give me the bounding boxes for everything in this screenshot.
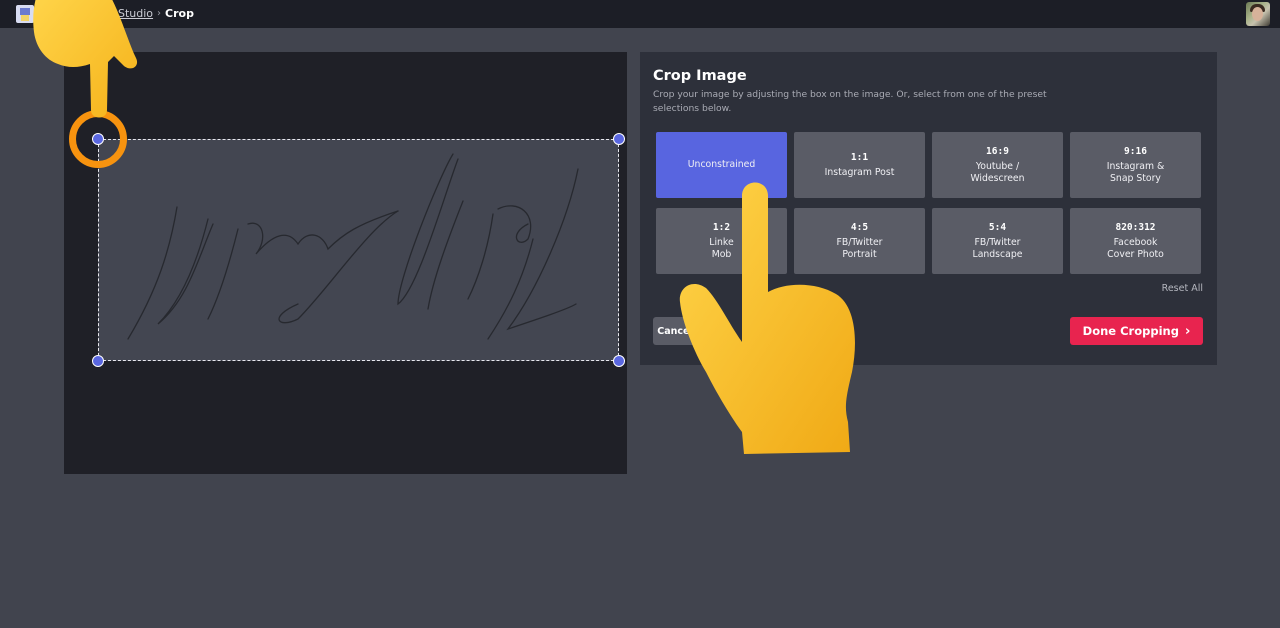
preset-ratio: 5:4 — [988, 221, 1007, 233]
preset-fb-twitter-portrait[interactable]: 4:5 FB/Twitter Portrait — [794, 208, 925, 274]
crop-handle-bottom-right[interactable] — [613, 355, 625, 367]
preset-label: Facebook Cover Photo — [1107, 236, 1164, 260]
panel-description: Crop your image by adjusting the box on … — [653, 89, 1047, 114]
crop-handle-top-right[interactable] — [613, 133, 625, 145]
preset-label: Youtube / Widescreen — [970, 160, 1025, 184]
preset-grid: Unconstrained 1:1 Instagram Post 16:9 Yo… — [656, 132, 1201, 274]
preset-ratio: 1:1 — [850, 151, 869, 163]
cancel-button[interactable]: Cancel — [653, 317, 697, 345]
crop-selection-box[interactable] — [98, 139, 619, 361]
app-logo-icon[interactable] — [16, 5, 34, 23]
breadcrumb-studio-link[interactable]: Studio — [118, 7, 153, 20]
preset-unconstrained[interactable]: Unconstrained — [656, 132, 787, 198]
reset-all-link[interactable]: Reset All — [1162, 283, 1203, 294]
chevron-right-icon: › — [1184, 323, 1191, 339]
preset-ratio: 820:312 — [1115, 221, 1156, 233]
breadcrumb-separator: › — [157, 8, 162, 19]
preset-label: Instagram & Snap Story — [1106, 160, 1165, 184]
preset-instagram-post[interactable]: 1:1 Instagram Post — [794, 132, 925, 198]
breadcrumb: Studio › Crop — [118, 7, 194, 20]
preset-label: Linke Mob — [709, 236, 734, 260]
preset-ratio: 9:16 — [1124, 145, 1147, 157]
preset-youtube-widescreen[interactable]: 16:9 Youtube / Widescreen — [932, 132, 1063, 198]
preset-label: Instagram Post — [824, 166, 895, 178]
crop-handle-bottom-left[interactable] — [92, 355, 104, 367]
done-cropping-label: Done Cropping — [1082, 324, 1179, 338]
preset-ratio: 1:2 — [712, 221, 731, 233]
crop-handle-top-left[interactable] — [92, 133, 104, 145]
preset-facebook-cover[interactable]: 820:312 Facebook Cover Photo — [1070, 208, 1201, 274]
done-cropping-button[interactable]: Done Cropping › — [1070, 317, 1203, 345]
preset-fb-twitter-landscape[interactable]: 5:4 FB/Twitter Landscape — [932, 208, 1063, 274]
avatar-face — [1252, 7, 1263, 21]
breadcrumb-current: Crop — [165, 7, 194, 20]
preset-label: FB/Twitter Landscape — [972, 236, 1023, 260]
panel-title: Crop Image — [653, 68, 747, 84]
crop-options-panel: Crop Image Crop your image by adjusting … — [640, 52, 1217, 365]
preset-linkedin-mobile[interactable]: 1:2 Linke Mob — [656, 208, 787, 274]
top-bar: Studio › Crop — [0, 0, 1280, 28]
preset-ratio: 16:9 — [986, 145, 1009, 157]
preset-ratio: 4:5 — [850, 221, 869, 233]
preset-instagram-snap-story[interactable]: 9:16 Instagram & Snap Story — [1070, 132, 1201, 198]
user-avatar[interactable] — [1246, 2, 1270, 26]
preset-label: FB/Twitter Portrait — [836, 236, 883, 260]
preset-label: Unconstrained — [687, 159, 756, 170]
